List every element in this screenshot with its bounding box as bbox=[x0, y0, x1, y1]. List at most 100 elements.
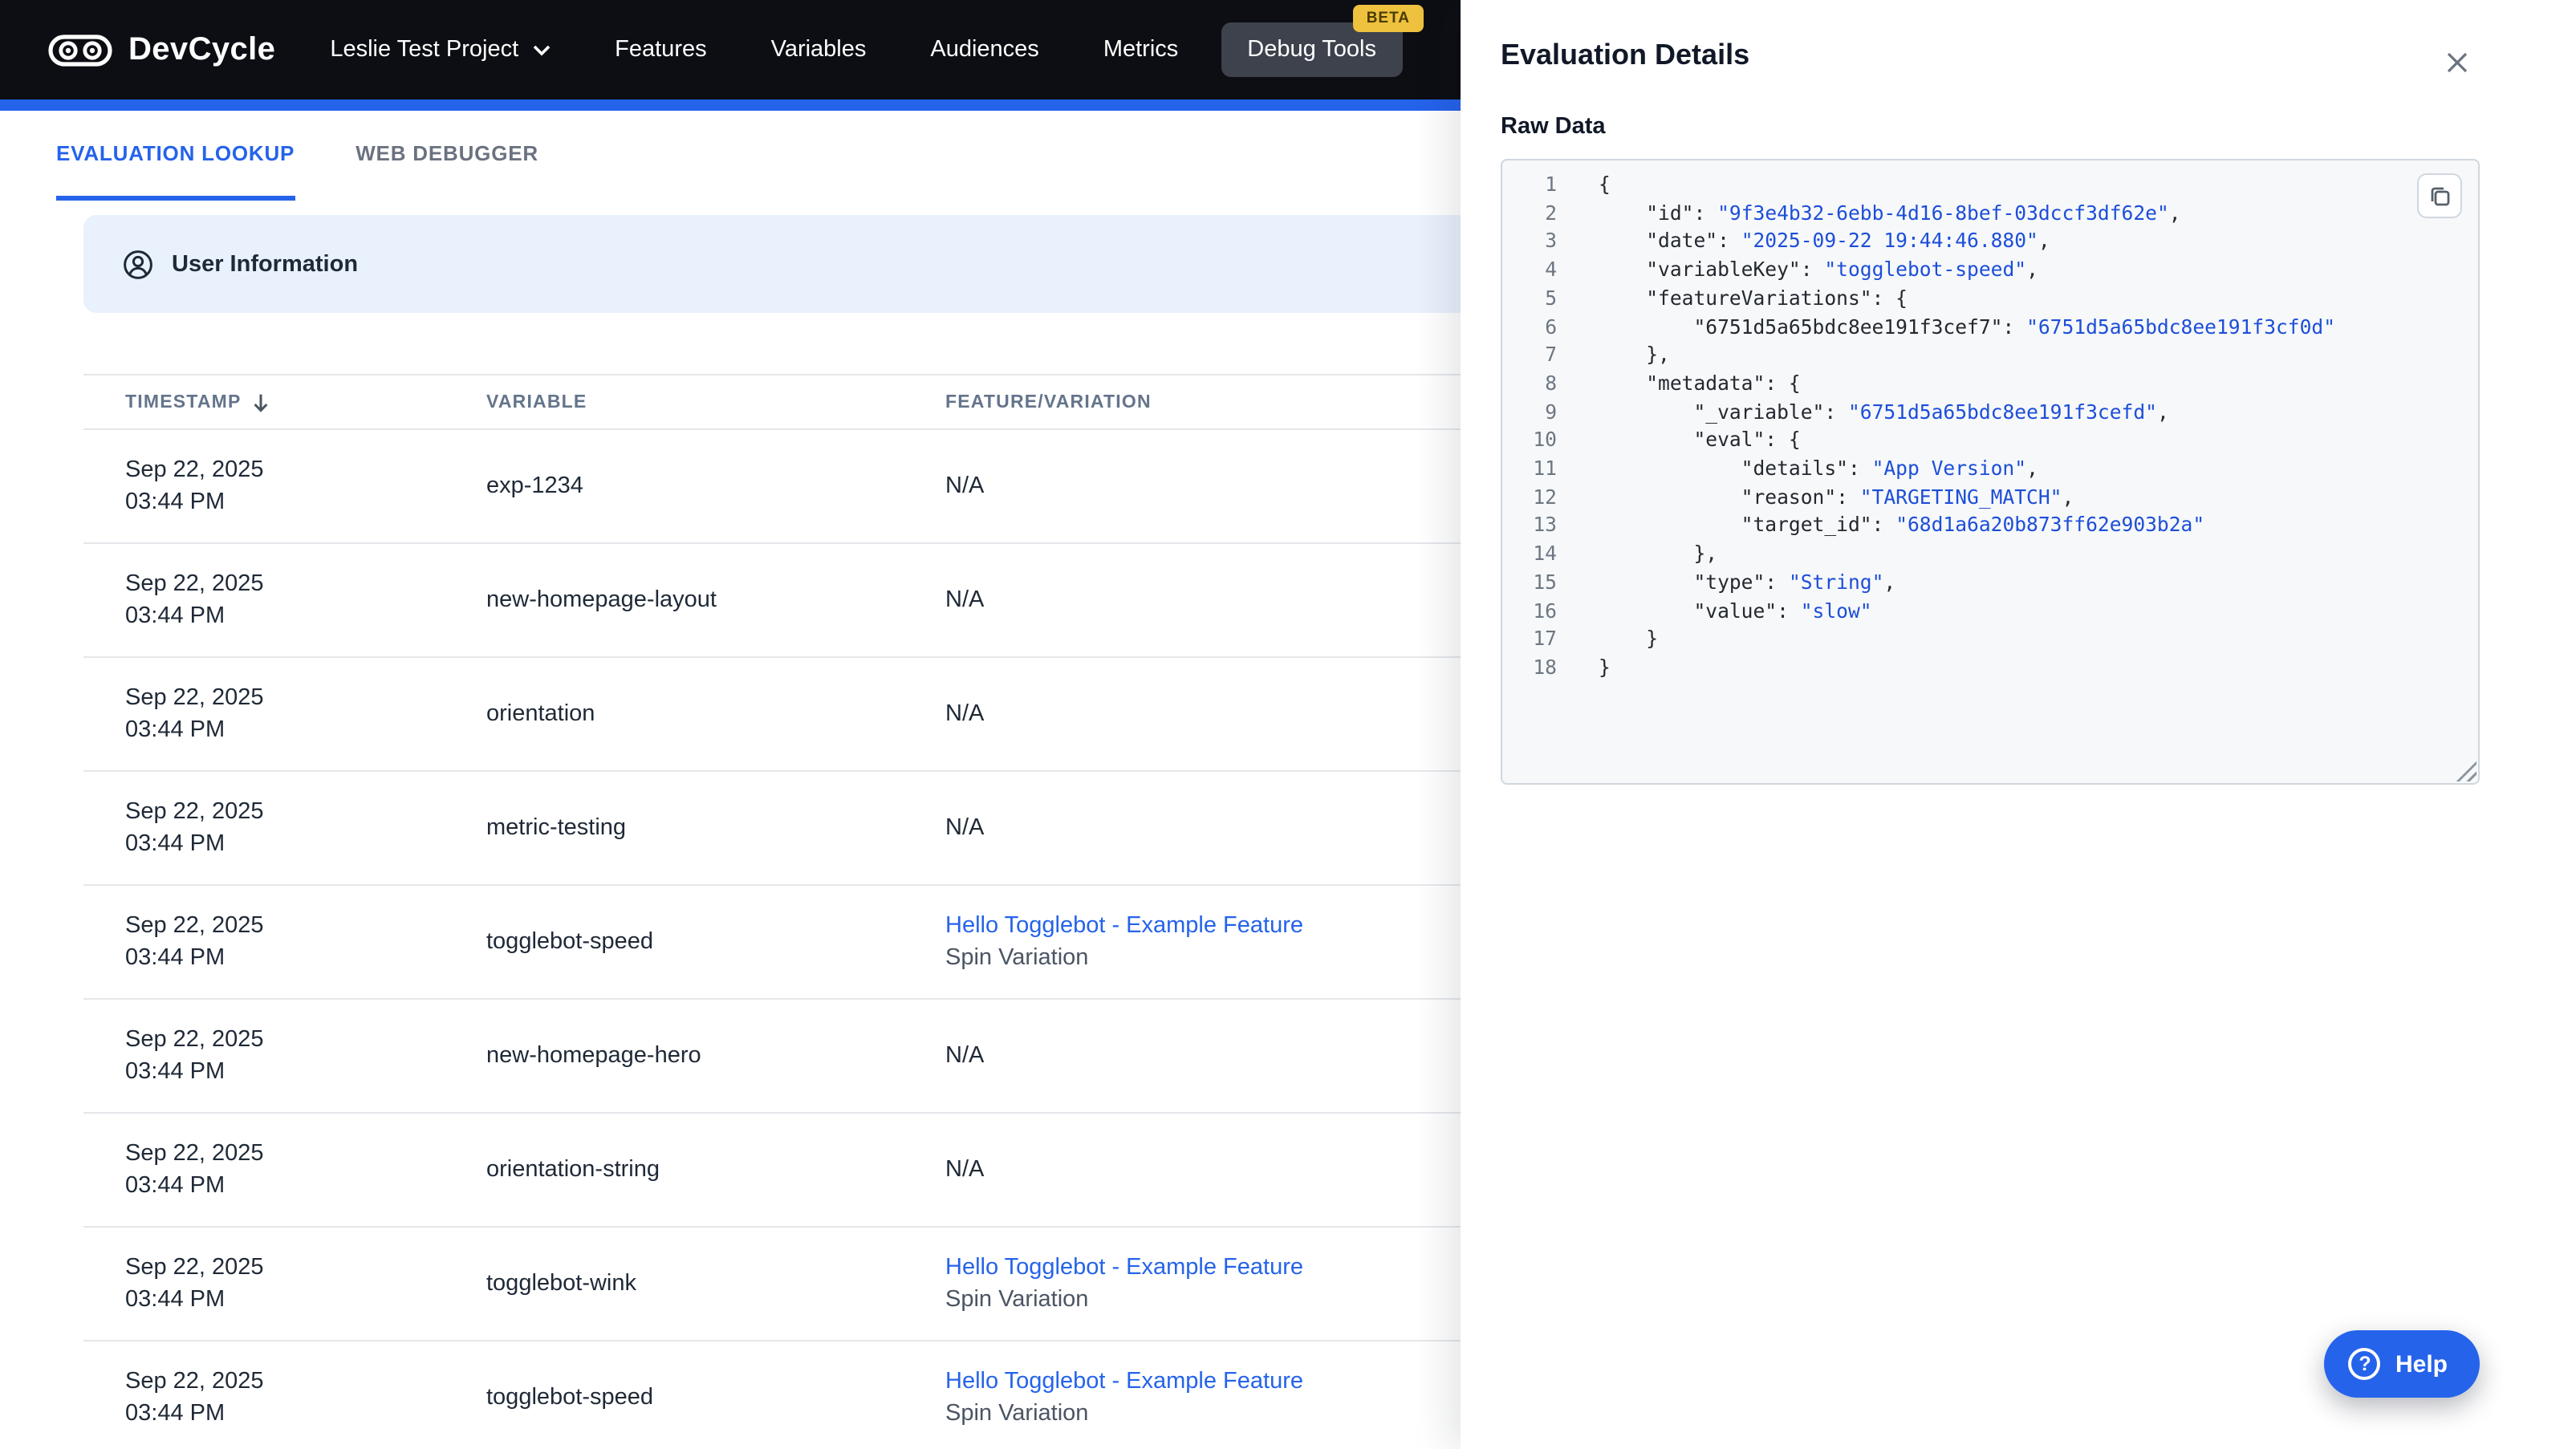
code-text: }, bbox=[1599, 342, 1670, 370]
code-line: 17 } bbox=[1502, 627, 2478, 655]
line-number: 5 bbox=[1545, 286, 1557, 310]
timestamp-cell: Sep 22, 2025 03:44 PM bbox=[83, 1366, 445, 1430]
code-plain-token: , bbox=[2038, 229, 2050, 253]
variable-cell: new-homepage-hero bbox=[486, 1043, 701, 1069]
line-number: 6 bbox=[1545, 315, 1557, 339]
code-text: "target_id": "68d1a6a20b873ff62e903b2a" bbox=[1599, 513, 2205, 541]
evaluation-details-panel: Evaluation Details Raw Data 1{2 "id": "9… bbox=[1461, 0, 2576, 1449]
column-label-timestamp: TIMESTAMP bbox=[125, 392, 242, 412]
raw-data-code-block[interactable]: 1{2 "id": "9f3e4b32-6ebb-4d16-8bef-03dcc… bbox=[1501, 159, 2480, 785]
code-line: 11 "details": "App Version", bbox=[1502, 456, 2478, 484]
code-text: "variableKey": "togglebot-speed", bbox=[1599, 257, 2038, 285]
nav-item-audiences[interactable]: Audiences bbox=[930, 37, 1038, 63]
debug-tools-label: Debug Tools bbox=[1247, 37, 1376, 63]
timestamp-cell: Sep 22, 2025 03:44 PM bbox=[83, 796, 445, 860]
timestamp-cell: Sep 22, 2025 03:44 PM bbox=[83, 1252, 445, 1316]
timestamp-time: 03:44 PM bbox=[125, 831, 226, 857]
code-text: "date": "2025-09-22 19:44:46.880", bbox=[1599, 229, 2050, 257]
line-number: 12 bbox=[1533, 485, 1557, 509]
timestamp-date: Sep 22, 2025 bbox=[125, 799, 264, 825]
help-button[interactable]: ? Help bbox=[2324, 1330, 2480, 1398]
code-string-token: "6751d5a65bdc8ee191f3cefd" bbox=[1847, 400, 2157, 424]
devcycle-app: DevCycle Leslie Test Project Features Va… bbox=[0, 0, 2576, 1449]
timestamp-date: Sep 22, 2025 bbox=[125, 1141, 264, 1167]
code-text: } bbox=[1599, 627, 1658, 655]
code-plain-token: "date": bbox=[1599, 229, 1741, 253]
code-line: 14 }, bbox=[1502, 541, 2478, 569]
nav-item-metrics[interactable]: Metrics bbox=[1103, 37, 1178, 63]
nav-item-features[interactable]: Features bbox=[615, 37, 706, 63]
timestamp-time: 03:44 PM bbox=[125, 489, 226, 515]
nav-item-variables[interactable]: Variables bbox=[771, 37, 867, 63]
code-line: 9 "_variable": "6751d5a65bdc8ee191f3cefd… bbox=[1502, 399, 2478, 427]
devcycle-logo[interactable]: DevCycle bbox=[48, 28, 275, 71]
code-text: "details": "App Version", bbox=[1599, 456, 2038, 484]
timestamp-time: 03:44 PM bbox=[125, 1059, 226, 1085]
code-line: 1{ bbox=[1502, 172, 2478, 200]
code-plain-token: }, bbox=[1599, 542, 1718, 566]
tab-web-debugger[interactable]: WEB DEBUGGER bbox=[356, 111, 538, 201]
code-text: }, bbox=[1599, 541, 1717, 569]
timestamp-date: Sep 22, 2025 bbox=[125, 1027, 264, 1053]
line-number: 10 bbox=[1533, 428, 1557, 452]
nav-item-debug-tools[interactable]: Debug Tools BETA bbox=[1221, 5, 1423, 77]
line-number: 7 bbox=[1545, 343, 1557, 367]
question-circle-icon: ? bbox=[2348, 1348, 2381, 1380]
code-string-token: "String" bbox=[1788, 570, 1884, 594]
timestamp-date: Sep 22, 2025 bbox=[125, 913, 264, 939]
code-plain-token: , bbox=[2156, 400, 2169, 424]
code-text: "6751d5a65bdc8ee191f3cef7": "6751d5a65bd… bbox=[1599, 314, 2335, 342]
code-line: 16 "value": "slow" bbox=[1502, 598, 2478, 626]
code-line: 3 "date": "2025-09-22 19:44:46.880", bbox=[1502, 229, 2478, 257]
line-number: 14 bbox=[1533, 542, 1557, 566]
line-number: 11 bbox=[1533, 457, 1557, 481]
chevron-down-icon bbox=[533, 44, 551, 55]
column-header-variable[interactable]: VARIABLE bbox=[445, 392, 904, 412]
timestamp-date: Sep 22, 2025 bbox=[125, 1369, 264, 1394]
code-text: "_variable": "6751d5a65bdc8ee191f3cefd", bbox=[1599, 399, 2169, 427]
banner-label: User Information bbox=[172, 251, 359, 277]
timestamp-time: 03:44 PM bbox=[125, 603, 226, 629]
code-plain-token: "metadata": { bbox=[1599, 371, 1801, 395]
code-text: "metadata": { bbox=[1599, 371, 1801, 399]
code-lines: 1{2 "id": "9f3e4b32-6ebb-4d16-8bef-03dcc… bbox=[1502, 172, 2478, 683]
timestamp-time: 03:44 PM bbox=[125, 1401, 226, 1427]
project-name: Leslie Test Project bbox=[330, 37, 519, 63]
timestamp-cell: Sep 22, 2025 03:44 PM bbox=[83, 1138, 445, 1202]
code-string-token: "TARGETING_MATCH" bbox=[1859, 485, 2062, 509]
resize-handle[interactable] bbox=[2456, 761, 2476, 781]
code-text: "eval": { bbox=[1599, 428, 1800, 456]
code-plain-token: "_variable": bbox=[1599, 400, 1848, 424]
code-plain-token: }, bbox=[1599, 343, 1670, 367]
code-line: 8 "metadata": { bbox=[1502, 371, 2478, 399]
code-plain-token: "details": bbox=[1599, 457, 1872, 481]
code-string-token: "2025-09-22 19:44:46.880" bbox=[1741, 229, 2038, 253]
code-plain-token: , bbox=[2062, 485, 2074, 509]
code-text: { bbox=[1599, 172, 1611, 200]
code-line: 12 "reason": "TARGETING_MATCH", bbox=[1502, 484, 2478, 512]
tab-evaluation-lookup[interactable]: EVALUATION LOOKUP bbox=[56, 111, 295, 201]
code-text: "type": "String", bbox=[1599, 570, 1895, 598]
variable-cell: new-homepage-layout bbox=[486, 587, 717, 613]
code-line: 15 "type": "String", bbox=[1502, 570, 2478, 598]
code-string-token: "App Version" bbox=[1871, 457, 2027, 481]
line-number: 3 bbox=[1545, 229, 1557, 253]
timestamp-cell: Sep 22, 2025 03:44 PM bbox=[83, 910, 445, 974]
timestamp-date: Sep 22, 2025 bbox=[125, 1255, 264, 1281]
line-number: 4 bbox=[1545, 258, 1557, 282]
code-text: "reason": "TARGETING_MATCH", bbox=[1599, 484, 2074, 512]
project-selector[interactable]: Leslie Test Project bbox=[330, 37, 551, 63]
code-plain-token: "value": bbox=[1599, 599, 1801, 623]
code-plain-token: } bbox=[1599, 627, 1659, 651]
timestamp-cell: Sep 22, 2025 03:44 PM bbox=[83, 1024, 445, 1088]
close-icon[interactable] bbox=[2438, 43, 2476, 82]
code-line: 7 }, bbox=[1502, 342, 2478, 370]
code-line: 6 "6751d5a65bdc8ee191f3cef7": "6751d5a65… bbox=[1502, 314, 2478, 342]
timestamp-time: 03:44 PM bbox=[125, 717, 226, 743]
column-header-timestamp[interactable]: TIMESTAMP bbox=[83, 392, 445, 412]
copy-icon[interactable] bbox=[2417, 173, 2462, 218]
timestamp-cell: Sep 22, 2025 03:44 PM bbox=[83, 454, 445, 518]
code-line: 2 "id": "9f3e4b32-6ebb-4d16-8bef-03dccf3… bbox=[1502, 200, 2478, 228]
raw-data-label: Raw Data bbox=[1501, 114, 1606, 140]
timestamp-date: Sep 22, 2025 bbox=[125, 457, 264, 483]
